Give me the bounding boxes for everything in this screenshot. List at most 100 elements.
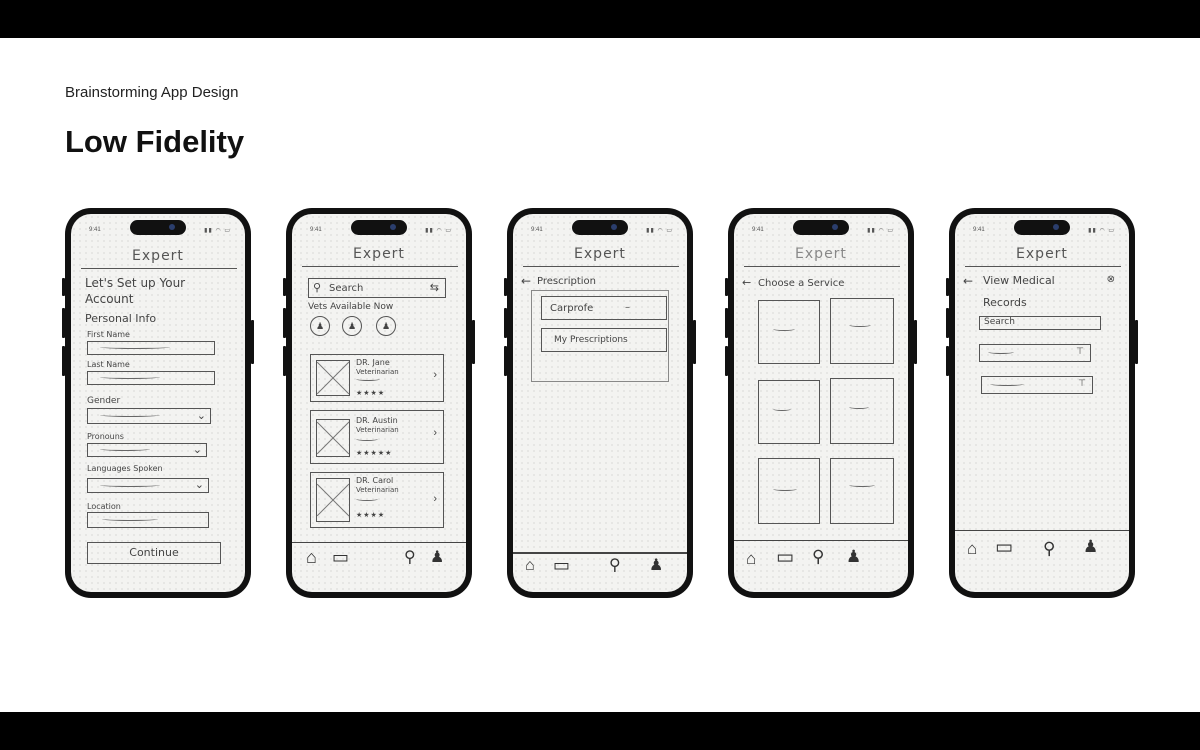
location-input[interactable] (87, 512, 209, 528)
profile-icon[interactable]: ♟ (846, 548, 861, 565)
record-icon: ⊤ (1078, 379, 1086, 389)
vet-avatar[interactable]: ♟ (342, 316, 362, 336)
record-item[interactable]: ⊤ (979, 344, 1091, 362)
back-arrow-icon[interactable]: ← (963, 274, 973, 288)
dynamic-island (793, 220, 849, 235)
status-time: 9:41 (310, 227, 322, 233)
section-label: Personal Info (85, 312, 157, 325)
pronouns-select[interactable]: ⌄ (87, 443, 207, 457)
status-time: 9:41 (752, 227, 764, 233)
status-icons: ▮▮ ◠ ▭ (867, 228, 894, 234)
chevron-down-icon: ⌄ (194, 479, 204, 491)
search-icon[interactable]: ⚲ (812, 548, 824, 565)
filter-icon[interactable]: ⇆ (430, 281, 439, 294)
records-search[interactable]: Search (979, 316, 1101, 330)
screen-title: View Medical (983, 274, 1055, 287)
gender-select[interactable]: ⌄ (87, 408, 211, 424)
setup-heading: Let's Set up Your (85, 276, 186, 290)
field-label: Last Name (87, 360, 130, 369)
prescription-dropdown[interactable]: Carprofe – (541, 296, 667, 320)
service-tile[interactable] (830, 378, 894, 444)
slide-title: Low Fidelity (65, 124, 245, 159)
calendar-icon[interactable]: ▭ (553, 556, 570, 574)
profile-icon[interactable]: ♟ (649, 558, 663, 574)
service-tile[interactable] (758, 380, 820, 444)
dynamic-island (351, 220, 407, 235)
search-placeholder: Search (329, 283, 364, 294)
status-icons: ▮▮ ◠ ▭ (425, 228, 452, 234)
slide: Brainstorming App Design Low Fidelity 9:… (0, 38, 1200, 712)
info-icon[interactable]: ⊗ (1107, 274, 1115, 285)
status-time: 9:41 (973, 227, 985, 233)
status-time: 9:41 (531, 227, 543, 233)
status-icons: ▮▮ ◠ ▭ (646, 228, 673, 234)
rating-stars: ★★★★ (356, 512, 386, 519)
search-bar[interactable]: ⚲ Search ⇆ (308, 278, 446, 298)
screen-title-2: Records (983, 296, 1027, 309)
last-name-input[interactable] (87, 371, 215, 385)
field-label: Languages Spoken (87, 464, 163, 473)
vet-avatar[interactable]: ♟ (376, 316, 396, 336)
search-icon[interactable]: ⚲ (609, 558, 621, 574)
vet-card[interactable]: DR. Austin Veterinarian ★★★★★ › (310, 410, 444, 464)
continue-button[interactable]: Continue (87, 542, 221, 564)
field-label: Location (87, 502, 121, 511)
calendar-icon[interactable]: ▭ (995, 538, 1013, 557)
app-header: Expert (574, 246, 626, 262)
dynamic-island (130, 220, 186, 235)
phone-account-setup: 9:41 ▮▮ ◠ ▭ Expert Let's Set up Your Acc… (62, 208, 254, 598)
vet-photo-placeholder (316, 360, 350, 396)
chevron-right-icon: › (433, 493, 437, 505)
my-prescriptions-button[interactable]: My Prescriptions (541, 328, 667, 352)
vet-name: DR. Carol (356, 476, 394, 485)
phone-medical-records: 9:41 ▮▮ ◠ ▭ Expert ← View Medical Record… (946, 208, 1138, 598)
vet-role: Veterinarian (356, 426, 399, 434)
service-tile[interactable] (830, 458, 894, 524)
vet-photo-placeholder (316, 419, 350, 457)
phone-screen: 9:41 ▮▮ ◠ ▭ Expert ← Prescription Carpro… (513, 214, 687, 592)
record-item[interactable]: ⊤ (981, 376, 1093, 394)
calendar-icon[interactable]: ▭ (776, 548, 794, 567)
phone-screen: 9:41 ▮▮ ◠ ▭ Expert Let's Set up Your Acc… (71, 214, 245, 592)
phone-vets: 9:41 ▮▮ ◠ ▭ Expert ⚲ Search ⇆ Vets Avail… (283, 208, 475, 598)
calendar-icon[interactable]: ▭ (332, 548, 349, 566)
vet-photo-placeholder (316, 478, 350, 522)
service-tile[interactable] (758, 458, 820, 524)
setup-heading-2: Account (85, 292, 134, 306)
service-tile[interactable] (758, 300, 820, 364)
home-icon[interactable]: ⌂ (306, 548, 317, 566)
search-icon: ⚲ (313, 281, 322, 294)
vet-card[interactable]: DR. Jane Veterinarian ★★★★ › (310, 354, 444, 402)
phone-screen: 9:41 ▮▮ ◠ ▭ Expert ← Choose a Service ⌂ … (734, 214, 908, 592)
dynamic-island (1014, 220, 1070, 235)
vet-role: Veterinarian (356, 486, 399, 494)
home-icon[interactable]: ⌂ (967, 540, 977, 557)
home-icon[interactable]: ⌂ (525, 558, 535, 574)
search-icon[interactable]: ⚲ (404, 550, 416, 566)
rating-stars: ★★★★★ (356, 450, 393, 457)
slide-subtitle: Brainstorming App Design (65, 84, 239, 101)
vet-name: DR. Austin (356, 416, 398, 425)
first-name-input[interactable] (87, 341, 215, 355)
phone-prescription: 9:41 ▮▮ ◠ ▭ Expert ← Prescription Carpro… (504, 208, 696, 598)
chevron-down-icon: ⌄ (196, 410, 206, 422)
status-time: 9:41 (89, 227, 101, 233)
home-icon[interactable]: ⌂ (746, 550, 756, 567)
back-arrow-icon[interactable]: ← (521, 274, 531, 288)
vet-avatar[interactable]: ♟ (310, 316, 330, 336)
profile-icon[interactable]: ♟ (430, 550, 444, 566)
profile-icon[interactable]: ♟ (1083, 538, 1098, 555)
back-arrow-icon[interactable]: ← (742, 276, 751, 289)
languages-select[interactable]: ⌄ (87, 478, 209, 493)
vet-card[interactable]: DR. Carol Veterinarian ★★★★ › (310, 472, 444, 528)
service-tile[interactable] (830, 298, 894, 364)
app-header: Expert (132, 248, 184, 264)
search-icon[interactable]: ⚲ (1043, 540, 1055, 557)
dynamic-island (572, 220, 628, 235)
app-header: Expert (353, 246, 405, 262)
search-placeholder: Search (984, 317, 1015, 327)
rating-stars: ★★★★ (356, 390, 386, 397)
phone-screen: 9:41 ▮▮ ◠ ▭ Expert ⚲ Search ⇆ Vets Avail… (292, 214, 466, 592)
dropdown-value: Carprofe (550, 303, 594, 314)
chevron-down-icon: ⌄ (192, 444, 202, 456)
